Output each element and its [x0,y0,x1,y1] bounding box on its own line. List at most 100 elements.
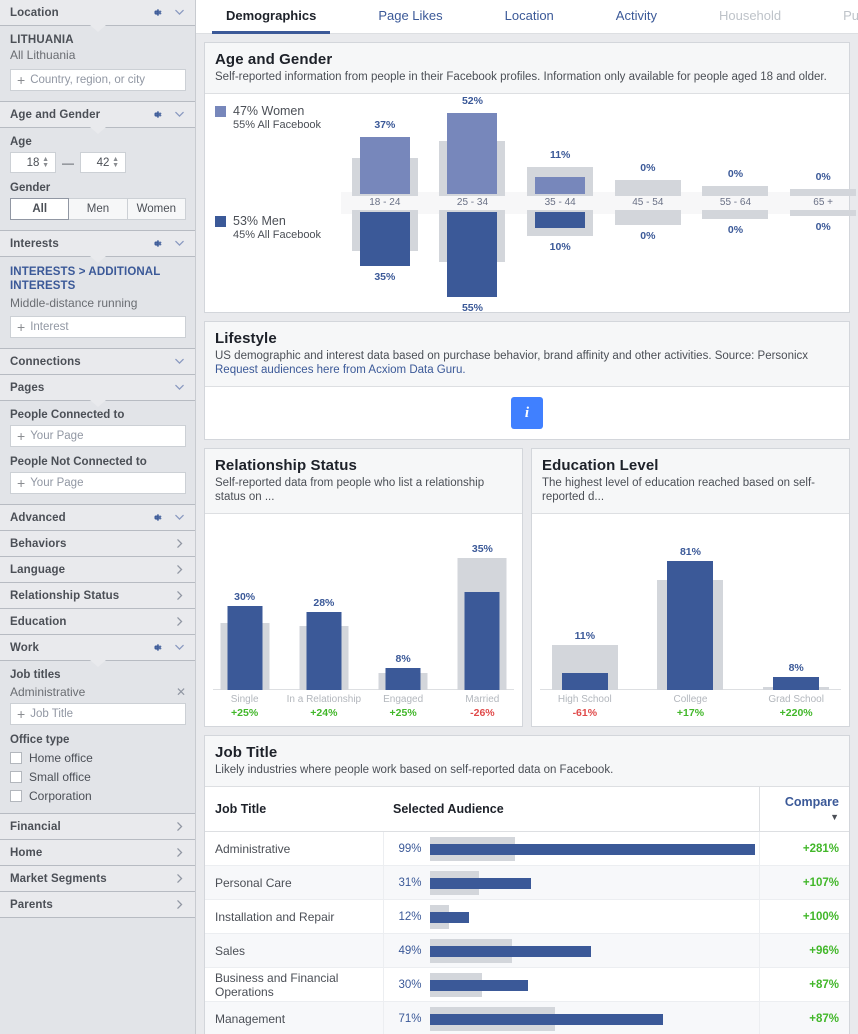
women-bar [447,113,498,194]
gender-label: Gender [10,182,51,194]
job-title-input[interactable]: + Job Title [10,703,186,725]
table-row[interactable]: Personal Care 31% +107% [205,865,849,900]
col-header-compare-label: Compare [784,795,839,809]
cell-job-title: Business and Financial Operations [205,967,384,1002]
gear-icon[interactable] [151,512,162,523]
audience-value: 30% [398,978,422,991]
info-icon[interactable]: i [511,397,543,429]
sidebar-section-interests-header[interactable]: Interests [0,231,195,257]
tab-activity[interactable]: Activity [602,0,671,33]
gear-icon[interactable] [151,7,162,18]
age-group: 11% 10% 35 - 44 [516,94,604,312]
all-facebook-women-bar [790,188,857,196]
sidebar-section-location-header[interactable]: Location [0,0,195,26]
sidebar-section-pages-header[interactable]: Pages [0,375,195,401]
category-label: Single [230,694,259,705]
col-header-compare[interactable]: Compare ▼ [758,787,849,832]
chevron-down-icon[interactable] [173,355,186,368]
gear-icon[interactable] [151,642,162,653]
sidebar-item-home[interactable]: Home [0,840,195,866]
close-icon[interactable]: ✕ [176,685,186,699]
sidebar-item-financial[interactable]: Financial [0,814,195,840]
tab-page-likes[interactable]: Page Likes [364,0,456,33]
people-connected-input[interactable]: + Your Page [10,425,186,447]
sidebar-section-age-gender-header[interactable]: Age and Gender [0,102,195,128]
chevron-right-icon [173,898,186,911]
sidebar-section-connections-header[interactable]: Connections [0,349,195,375]
sidebar-item-market-segments-label: Market Segments [10,872,107,885]
lifestyle-card: Lifestyle US demographic and interest da… [204,321,850,440]
office-type-corporation[interactable]: Corporation [10,789,186,803]
selected-audience-bar [561,672,608,690]
sidebar-item-parents[interactable]: Parents [0,892,195,918]
education-card-title: Education Level [542,457,659,474]
gear-icon[interactable] [151,109,162,120]
sidebar-item-relationship-status[interactable]: Relationship Status [0,583,195,609]
job-title-table-head: Job Title Selected Audience Compare ▼ [205,787,849,832]
gender-option-women[interactable]: Women [127,198,186,220]
relationship-status-card: Relationship Status Self-reported data f… [204,448,523,727]
age-max-stepper[interactable]: 42 ▲ ▼ [80,152,126,173]
selected-audience-bar [464,592,500,690]
chevron-down-icon[interactable] [173,641,186,654]
chevron-down-icon[interactable] [173,237,186,250]
two-up-row: Relationship Status Self-reported data f… [204,448,850,727]
sidebar-section-advanced-header[interactable]: Advanced [0,505,195,531]
lifestyle-request-link[interactable]: Request audiences here from Acxiom Data … [215,364,466,376]
job-title-header-row: Job Title Selected Audience Compare ▼ [205,787,849,832]
sidebar-item-market-segments[interactable]: Market Segments [0,866,195,892]
table-row[interactable]: Management 71% +87% [205,1001,849,1034]
tab-demographics[interactable]: Demographics [212,0,331,34]
col-header-selected-audience[interactable]: Selected Audience [383,787,759,832]
selected-audience-bar [667,561,714,690]
sidebar-item-home-label: Home [10,846,43,859]
men-value-label: 0% [727,223,744,236]
chevron-down-icon[interactable] [173,6,186,19]
sidebar-item-language[interactable]: Language [0,557,195,583]
age-category-label: 55 - 64 [719,197,752,208]
chevron-down-icon[interactable] [173,381,186,394]
value-label: 8% [395,652,411,665]
chevron-down-icon[interactable] [173,511,186,524]
sidebar-item-education-label: Education [10,615,67,628]
women-value-label: 0% [815,170,831,183]
checkbox-icon[interactable] [10,771,22,783]
table-row[interactable]: Installation and Repair 12% +100% [205,899,849,934]
audience-value: 99% [398,842,422,855]
all-facebook-women-bar [614,180,681,196]
table-row[interactable]: Sales 49% +96% [205,933,849,968]
table-row[interactable]: Business and Financial Operations 30% +87% [205,967,849,1002]
age-min-stepper[interactable]: 18 ▲ ▼ [10,152,56,173]
people-not-connected-input[interactable]: + Your Page [10,472,186,494]
legend-men-sub: 45% All Facebook [233,229,322,241]
location-subtitle: All Lithuania [10,48,76,62]
job-title-input-placeholder: Job Title [30,708,74,720]
sidebar-item-education[interactable]: Education [0,609,195,635]
category-group: 8% [743,522,849,690]
checkbox-icon[interactable] [10,790,22,802]
plus-icon: + [17,706,26,722]
sidebar-item-behaviors[interactable]: Behaviors [0,531,195,557]
chevron-down-icon[interactable] [173,108,186,121]
sidebar-item-relationship-status-label: Relationship Status [10,589,120,602]
audience-insights-app: Location LITHUANIA All Lithuania + Count… [0,0,858,1034]
gender-option-all[interactable]: All [10,198,70,220]
tab-location[interactable]: Location [491,0,568,33]
audience-value: 71% [398,1012,422,1025]
chevron-down-icon[interactable]: ▼ [830,812,839,822]
location-input[interactable]: + Country, region, or city [10,69,186,91]
office-type-home-office[interactable]: Home office [10,751,186,765]
col-header-job-title[interactable]: Job Title [205,787,383,832]
bar-track [429,938,759,963]
gear-icon[interactable] [151,238,162,249]
gender-option-men[interactable]: Men [69,198,128,220]
category-label: Engaged [383,694,424,705]
table-row[interactable]: Administrative 99% +281% [205,831,849,866]
relationship-card-header: Relationship Status Self-reported data f… [205,449,522,514]
interest-input[interactable]: + Interest [10,316,186,338]
sidebar-section-work-header[interactable]: Work [0,635,195,661]
chevron-right-icon [173,615,186,628]
checkbox-icon[interactable] [10,752,22,764]
office-type-small-office[interactable]: Small office [10,770,186,784]
interests-breadcrumb[interactable]: INTERESTS > ADDITIONAL INTERESTS [10,265,186,293]
